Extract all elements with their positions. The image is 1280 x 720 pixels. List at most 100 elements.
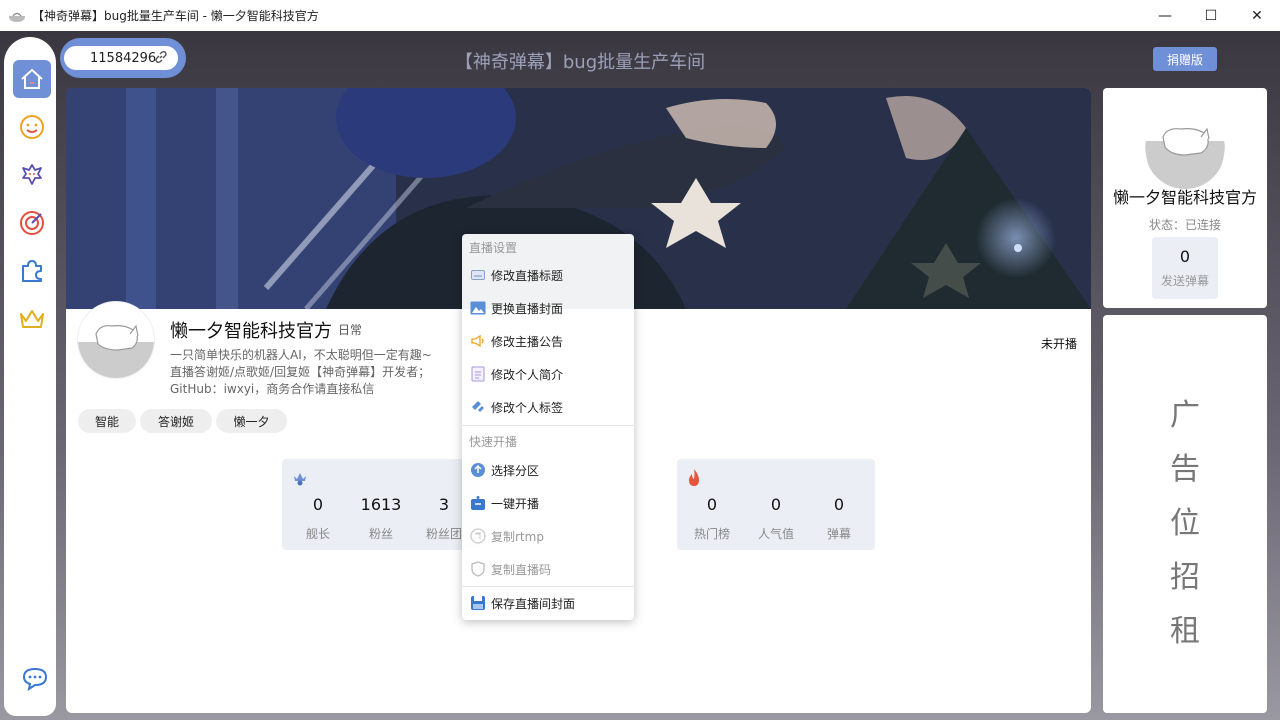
menu-item-label: 保存直播间封面 [491,596,576,611]
sidebar-item-crown[interactable] [13,300,51,338]
profile-card: 懒一夕智能科技官方 状态：已连接 0 发送弹幕 [1103,88,1267,308]
room-id-pill[interactable]: 11584296 [60,38,186,78]
app-icon [9,12,25,22]
stat-value: 0 [706,495,718,514]
app-body: 11584296 【神奇弹幕】bug批量生产车间 捐赠版 懒一夕智能科技官方 日… [0,31,1280,720]
captain-icon [294,473,306,486]
smile-icon [20,115,44,139]
menu-item-edit-bio[interactable]: 修改个人简介 [462,360,634,388]
stat-danmu: 0 弹幕 [809,495,869,542]
streamer-avatar[interactable] [77,301,155,379]
ad-char: 广 [1170,398,1200,433]
connection-status: 状态：已连接 [1148,218,1221,232]
menu-item-label: 修改个人标签 [491,400,564,415]
sidebar-item-smile[interactable] [13,108,51,146]
bio-line: 直播答谢姬/点歌姬/回复姬【神奇弹幕】开发者； [170,365,431,379]
menu-item-edit-notice[interactable]: 修改主播公告 [462,327,634,355]
sidebar-item-puzzle[interactable] [13,252,51,290]
maximize-button[interactable]: ☐ [1188,0,1234,31]
ad-char: 告 [1170,452,1200,487]
tag-item[interactable]: 答谢姬 [140,409,212,433]
minimize-button[interactable]: — [1142,0,1188,31]
send-danmu-counter[interactable]: 0 发送弹幕 [1152,237,1218,299]
menu-item-edit-title[interactable]: 修改直播标题 [462,261,634,289]
ad-panel[interactable]: 广 告 位 招 租 [1103,315,1267,713]
menu-item-label: 选择分区 [491,463,540,478]
stat-value: 1613 [360,495,402,514]
room-id-field[interactable]: 11584296 [64,46,178,70]
menu-item-one-click-live[interactable]: 一键开播 [462,489,634,517]
flower-icon [22,164,42,185]
stat-value: 0 [312,495,324,514]
donate-button[interactable]: 捐赠版 [1153,47,1217,71]
menu-item-label: 修改个人简介 [491,367,564,382]
profile-avatar[interactable] [1145,109,1225,189]
streamer-level: 日常 [338,323,363,337]
sidebar-item-flower[interactable] [13,156,51,194]
menu-item-change-cover[interactable]: 更换直播封面 [462,294,634,322]
menu-item-copy-live-code[interactable]: 复制直播码 [462,555,634,583]
broadcast-icon [470,495,486,511]
sidebar-item-home[interactable] [13,60,51,98]
menu-item-select-area[interactable]: 选择分区 [462,456,634,484]
stats-card-live: 0 热门榜 0 人气值 0 弹幕 [677,459,875,550]
stats-card-fans: 0 舰长 1613 粉丝 3 粉丝团 [282,459,480,550]
menu-section-quick-start: 快速开播 [469,435,518,449]
puzzle-icon [22,260,42,282]
ad-char: 租 [1170,614,1200,649]
live-status: 未开播 [1040,337,1077,351]
window-title: 【神奇弹幕】bug批量生产车间 - 懒一夕智能科技官方 [32,9,319,23]
menu-separator [462,586,634,587]
sidebar [4,37,56,716]
menu-separator [462,425,634,426]
stat-label: 人气值 [757,527,794,541]
stat-label: 舰长 [305,527,330,541]
ad-char: 招 [1170,560,1200,595]
sidebar-item-target[interactable] [13,204,51,242]
menu-section-live-settings: 直播设置 [469,241,518,255]
stat-label: 粉丝 [368,527,393,541]
stat-value: 0 [833,495,845,514]
tag-item[interactable]: 懒一夕 [216,409,287,433]
menu-item-save-cover[interactable]: 保存直播间封面 [462,589,634,617]
tag-item[interactable]: 智能 [78,409,136,433]
link-icon[interactable] [154,50,168,64]
bio-line: 一只简单快乐的机器人AI，不太聪明但一定有趣~ [170,348,432,362]
cat-avatar-image [78,324,154,378]
room-id-text: 11584296 [90,50,157,66]
menu-item-edit-tags[interactable]: 修改个人标签 [462,393,634,421]
cat-avatar-image [1145,127,1225,189]
tag-icon [470,399,486,415]
menu-item-copy-rtmp[interactable]: 复制rtmp [462,522,634,550]
ad-char: 位 [1170,506,1200,541]
danmu-count: 0 [1179,247,1191,266]
menu-item-label: 一键开播 [491,496,540,511]
stat-label: 热门榜 [693,527,730,541]
copy-icon [470,528,486,544]
menu-item-label: 修改主播公告 [491,334,564,349]
crown-icon [20,310,44,328]
menu-item-label: 复制直播码 [491,562,552,577]
flame-icon [689,469,699,486]
stat-value: 0 [770,495,782,514]
bio-line: GitHub：iwxyi，商务合作请直接私信 [170,382,375,396]
menu-item-label: 更换直播封面 [491,301,564,316]
ad-text: 广 告 位 招 租 [1103,389,1267,659]
menu-item-label: 修改直播标题 [491,268,564,283]
save-icon [470,595,486,611]
close-button[interactable]: ✕ [1234,0,1280,31]
context-menu: 直播设置 修改直播标题 更换直播封面 修改主播公告 修改个人简介 修改个人标签 … [462,234,634,620]
target-icon [20,211,44,235]
stat-fans: 1613 粉丝 [351,495,411,542]
home-icon [21,69,43,89]
stat-hot-rank: 0 热门榜 [682,495,742,542]
stat-label: 弹幕 [826,527,851,541]
menu-item-label: 复制rtmp [491,529,544,544]
document-icon [470,366,486,382]
chat-icon[interactable] [22,667,48,691]
window-titlebar: 【神奇弹幕】bug批量生产车间 - 懒一夕智能科技官方 — ☐ ✕ [0,0,1280,31]
streamer-name: 懒一夕智能科技官方 [170,321,332,342]
keyboard-icon [470,267,486,283]
danmu-label: 发送弹幕 [1160,274,1209,288]
streamer-bio[interactable]: 一只简单快乐的机器人AI，不太聪明但一定有趣~ 直播答谢姬/点歌姬/回复姬【神奇… [170,347,432,398]
